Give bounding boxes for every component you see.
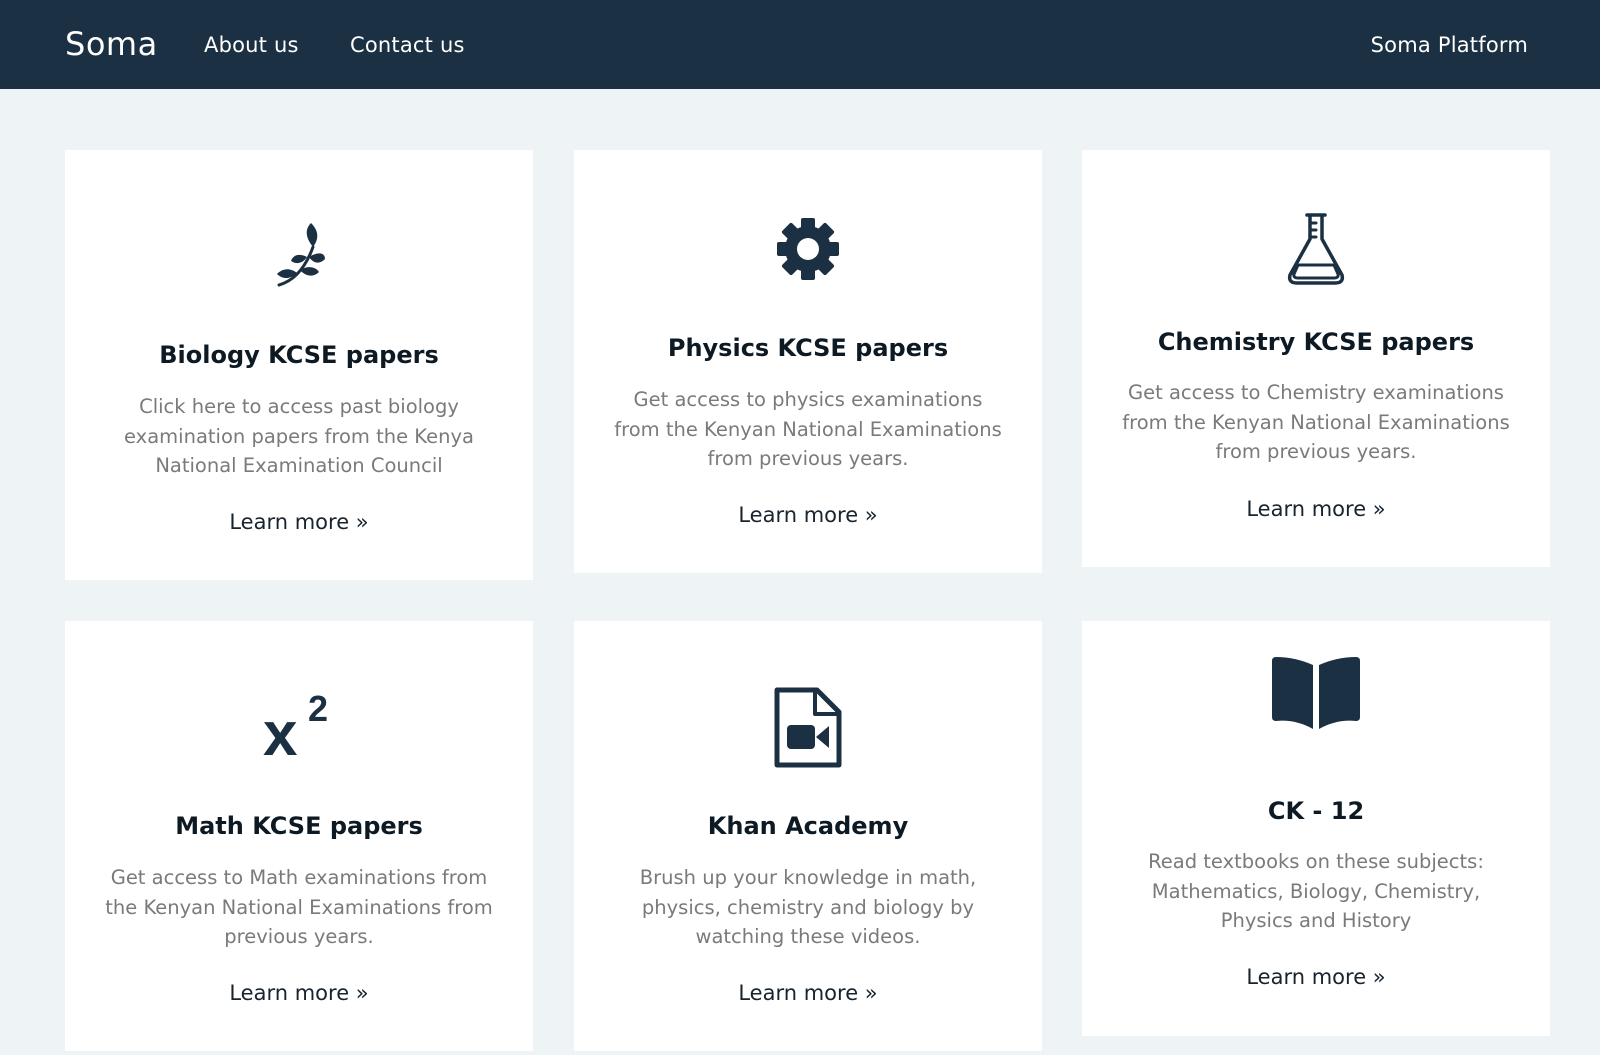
card-description: Get access to physics examinations from … — [614, 388, 1002, 470]
learn-more-link[interactable]: Learn more » — [1082, 964, 1550, 990]
nav-link-contact[interactable]: Contact us — [350, 32, 465, 58]
gear-icon — [574, 218, 1042, 280]
card-title: Biology KCSE papers — [159, 341, 439, 369]
learn-more-link[interactable]: Learn more » — [574, 980, 1042, 1006]
top-navbar: Soma About us Contact us Soma Platform — [0, 0, 1600, 89]
card-title: Khan Academy — [707, 812, 909, 840]
video-file-icon — [574, 687, 1042, 769]
card-description: Brush up your knowledge in math, physics… — [639, 866, 977, 948]
learn-more-link[interactable]: Learn more » — [1082, 496, 1550, 522]
card-title: Math KCSE papers — [175, 812, 423, 840]
card-math: x 2 Math KCSE papers Get access to Math … — [65, 621, 533, 1051]
leaf-icon — [65, 223, 533, 287]
superscript-icon: x 2 — [65, 691, 533, 757]
card-title: Physics KCSE papers — [667, 334, 949, 362]
learn-more-link[interactable]: Learn more » — [574, 502, 1042, 528]
book-icon — [1082, 655, 1550, 729]
nav-link-about[interactable]: About us — [204, 32, 299, 58]
learn-more-link[interactable]: Learn more » — [65, 509, 533, 535]
card-ck-12: CK - 12 Read textbooks on these subjects… — [1082, 621, 1550, 1036]
card-khan-academy: Khan Academy Brush up your knowledge in … — [574, 621, 1042, 1051]
card-description: Get access to Math examinations from the… — [105, 866, 493, 948]
card-biology: Biology KCSE papers Click here to access… — [65, 150, 533, 580]
card-chemistry: Chemistry KCSE papers Get access to Chem… — [1082, 150, 1550, 567]
card-description: Click here to access past biology examin… — [124, 395, 474, 477]
card-physics: Physics KCSE papers Get access to physic… — [574, 150, 1042, 573]
card-description: Get access to Chemistry examinations fro… — [1122, 381, 1510, 463]
card-description: Read textbooks on these subjects: Mathem… — [1148, 850, 1484, 932]
nav-link-soma-platform[interactable]: Soma Platform — [1371, 32, 1528, 58]
learn-more-link[interactable]: Learn more » — [65, 980, 533, 1006]
brand-logo[interactable]: Soma — [65, 24, 158, 64]
svg-text:2: 2 — [308, 691, 328, 729]
svg-text:x: x — [263, 700, 298, 757]
card-title: Chemistry KCSE papers — [1157, 328, 1475, 356]
card-title: CK - 12 — [1267, 797, 1365, 825]
flask-icon — [1082, 213, 1550, 285]
